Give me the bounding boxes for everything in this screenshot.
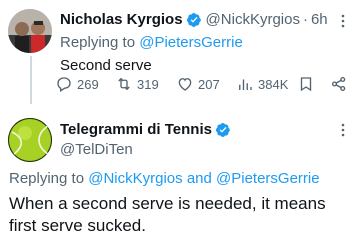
author-handle[interactable]: @TelDiTen — [60, 141, 133, 158]
verified-badge-icon — [215, 122, 230, 137]
reply-context: Replying to @PietersGerrie — [60, 34, 243, 51]
retweet-count: 319 — [137, 76, 159, 92]
separator-dot: · — [302, 11, 308, 28]
tweet-text: Second serve — [60, 57, 152, 74]
like-icon — [178, 78, 192, 91]
reply-count: 269 — [77, 76, 99, 92]
views-icon — [239, 79, 252, 90]
reply-prefix: Replying to — [60, 34, 136, 51]
author-name[interactable]: Telegrammi di Tennis — [60, 121, 212, 138]
reply-icon — [57, 77, 71, 92]
views-count: 384K — [258, 76, 289, 92]
avatar-telegrammi-di-tennis[interactable] — [8, 118, 52, 162]
retweet-icon — [118, 77, 130, 91]
retweet-button[interactable]: 319 — [115, 75, 159, 93]
reply-context: Replying to @NickKyrgios and @PietersGer… — [9, 170, 320, 187]
tweet-time[interactable]: 6h — [311, 11, 328, 28]
avatar-nick-kyrgios[interactable] — [8, 9, 52, 53]
bookmark-icon — [300, 77, 312, 92]
reply-mention-link[interactable]: @NickKyrgios — [88, 170, 182, 187]
like-count: 207 — [198, 76, 220, 92]
like-button[interactable]: 207 — [176, 75, 220, 93]
share-button[interactable] — [330, 75, 348, 93]
tweet1-header: Nicholas Kyrgios @NickKyrgios · 6h — [60, 11, 328, 28]
verified-badge-icon — [186, 12, 201, 27]
more-icon[interactable] — [335, 122, 351, 141]
author-handle[interactable]: @NickKyrgios — [206, 11, 300, 28]
views-button[interactable]: 384K — [236, 75, 288, 93]
reply-prefix: Replying to — [9, 170, 85, 187]
reply-mention-link[interactable]: @PietersGerrie — [216, 170, 320, 187]
more-icon[interactable] — [335, 13, 351, 32]
tweet-text: When a second serve is needed, it means … — [9, 194, 326, 235]
reply-mention-link[interactable]: @PietersGerrie — [139, 34, 243, 51]
tweet2-header: Telegrammi di Tennis — [60, 121, 231, 138]
bookmark-button[interactable] — [297, 75, 315, 93]
thread-line — [30, 56, 32, 104]
author-name[interactable]: Nicholas Kyrgios — [60, 11, 183, 28]
share-icon — [331, 76, 346, 92]
reply-button[interactable]: 269 — [55, 75, 99, 93]
reply-and: and — [186, 170, 212, 187]
